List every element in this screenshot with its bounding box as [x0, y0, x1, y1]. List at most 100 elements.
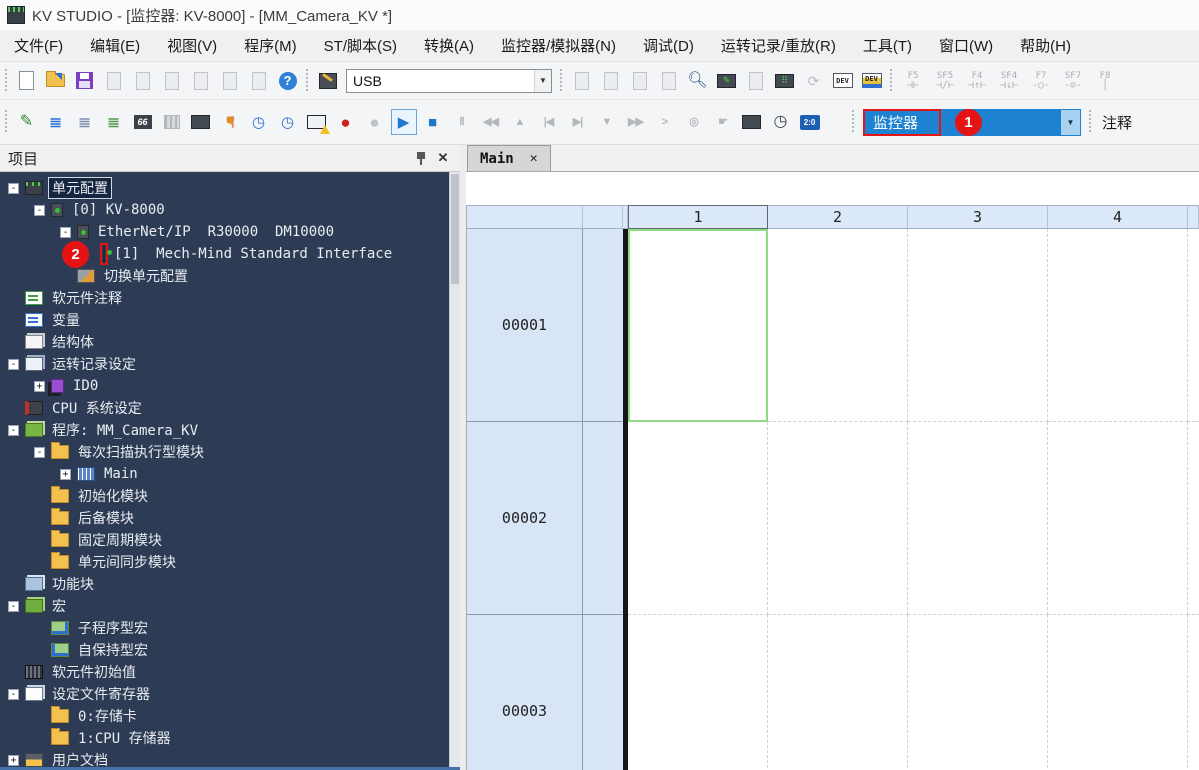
step-back-button[interactable]: ◀◀ — [476, 108, 505, 136]
tree-item-function-block[interactable]: 功能块 — [0, 573, 460, 595]
tree-item-program[interactable]: - 程序: MM_Camera_KV — [0, 419, 460, 441]
ladder-cell[interactable] — [768, 229, 908, 422]
toolbar-grip[interactable] — [558, 69, 565, 93]
tree-item-ethernet-ip[interactable]: - EtherNet/IP R30000 DM10000 — [0, 221, 460, 243]
help-button[interactable]: ? — [273, 67, 302, 95]
menu-help[interactable]: 帮助(H) — [1020, 35, 1071, 56]
grid-column-header-4[interactable]: 4 — [1048, 205, 1188, 229]
tree-item-subroutine-macro[interactable]: 子程序型宏 — [0, 617, 460, 639]
tree-item-scan-module[interactable]: - 每次扫描执行型模块 — [0, 441, 460, 463]
record-stop-button[interactable]: ● — [360, 108, 389, 136]
device-list-button[interactable]: ≣ — [70, 108, 99, 136]
ladder-cell-cursor[interactable] — [628, 229, 768, 422]
menu-window[interactable]: 窗口(W) — [939, 35, 993, 56]
tree-item-device-comment[interactable]: 软元件注释 — [0, 287, 460, 309]
ladder-cell[interactable] — [908, 229, 1048, 422]
collapse-icon[interactable]: - — [8, 425, 19, 436]
import-button[interactable] — [128, 67, 157, 95]
monitor-watch-button[interactable]: ◷ — [244, 108, 273, 136]
tree-item-memory-card[interactable]: 0:存储卡 — [0, 705, 460, 727]
menu-tools[interactable]: 工具(T) — [863, 35, 912, 56]
menu-convert[interactable]: 转换(A) — [424, 35, 474, 56]
device-usage-button[interactable]: 66 — [128, 108, 157, 136]
tree-item-cpu-memory[interactable]: 1:CPU 存储器 — [0, 727, 460, 749]
ladder-edit-button[interactable]: ✎ — [12, 108, 41, 136]
fkey-f4-contact[interactable]: F4 ⊣↑⊢ — [961, 65, 993, 97]
tree-item-fixed-cycle-module[interactable]: 固定周期模块 — [0, 529, 460, 551]
menu-replay[interactable]: 运转记录/重放(R) — [721, 35, 836, 56]
toolbar-grip[interactable] — [1087, 110, 1094, 134]
continue-button[interactable]: > — [650, 108, 679, 136]
save-button[interactable] — [70, 67, 99, 95]
ladder-cell[interactable] — [628, 615, 768, 770]
collapse-icon[interactable]: - — [34, 447, 45, 458]
ladder-monitor-button[interactable] — [157, 108, 186, 136]
ladder-cell[interactable] — [1048, 422, 1188, 615]
replay-stop-button[interactable]: ■ — [418, 108, 447, 136]
step-up-button[interactable]: ▲ — [505, 108, 534, 136]
toolbar-grip[interactable] — [3, 110, 10, 134]
step-down-button[interactable]: ▼ — [592, 108, 621, 136]
device-comment-list-button[interactable]: ≣ — [41, 108, 70, 136]
expand-icon[interactable]: + — [34, 381, 45, 392]
collapse-icon[interactable]: - — [60, 227, 71, 238]
collapse-icon[interactable]: - — [8, 689, 19, 700]
tree-item-user-documents[interactable]: + 用户文档 — [0, 749, 460, 767]
ladder-cell[interactable] — [1188, 422, 1199, 615]
record-button[interactable]: ● — [331, 108, 360, 136]
tree-item-device-initial-values[interactable]: 软元件初始值 — [0, 661, 460, 683]
device-window-button[interactable]: DEV — [828, 67, 857, 95]
forced-refresh-button[interactable]: ☛ — [215, 108, 244, 136]
delete-button[interactable] — [186, 67, 215, 95]
tree-item-variables[interactable]: 变量 — [0, 309, 460, 331]
chevron-down-icon[interactable]: ▼ — [534, 70, 551, 92]
open-project-button[interactable] — [41, 67, 70, 95]
menu-monitor-simulator[interactable]: 监控器/模拟器(N) — [501, 35, 616, 56]
menu-edit[interactable]: 编辑(E) — [90, 35, 140, 56]
go-end-button[interactable]: ▶| — [563, 108, 592, 136]
verify-button[interactable]: 🔍︎ — [683, 67, 712, 95]
registration-monitor-button[interactable]: ◷ — [273, 108, 302, 136]
tab-main[interactable]: Main ✕ — [467, 145, 551, 171]
tree-item-unit-config[interactable]: - 单元配置 — [0, 177, 460, 199]
fkey-sf7-coil[interactable]: SF7 -⊘- — [1057, 65, 1089, 97]
ladder-cell[interactable] — [768, 422, 908, 615]
toolbar-grip[interactable] — [3, 69, 10, 93]
compare-button[interactable] — [741, 67, 770, 95]
monitor-edit-button[interactable]: ✎ — [712, 67, 741, 95]
grid-column-header-1[interactable]: 1 — [628, 205, 768, 229]
monitor-grid-button[interactable]: ⠿ — [770, 67, 799, 95]
write-program-button[interactable] — [625, 67, 654, 95]
fkey-f5-contact[interactable]: F5 ⊣⊢ — [897, 65, 929, 97]
list-edit-button[interactable]: ≣ — [99, 108, 128, 136]
tree-item-id0[interactable]: + ID0 — [0, 375, 460, 397]
ladder-cell[interactable] — [908, 615, 1048, 770]
tree-item-backup-module[interactable]: 后备模块 — [0, 507, 460, 529]
tree-item-self-hold-macro[interactable]: 自保持型宏 — [0, 639, 460, 661]
toolbar-grip[interactable] — [888, 69, 895, 93]
menu-st-script[interactable]: ST/脚本(S) — [324, 35, 397, 56]
menu-view[interactable]: 视图(V) — [167, 35, 217, 56]
fkey-f8-line[interactable]: F8 │ — [1089, 65, 1121, 97]
skip-end-button[interactable]: ▶▶ — [621, 108, 650, 136]
print-button[interactable] — [215, 67, 244, 95]
save-as-button[interactable] — [99, 67, 128, 95]
tree-item-mech-mind-interface[interactable]: 2 [1] Mech-Mind Standard Interface — [0, 243, 460, 265]
toolbar-grip[interactable] — [850, 110, 857, 134]
protect-button[interactable] — [157, 67, 186, 95]
go-start-button[interactable]: |◀ — [534, 108, 563, 136]
transfer-from-plc-button[interactable] — [596, 67, 625, 95]
comm-settings-button[interactable] — [313, 67, 342, 95]
fkey-f7-coil[interactable]: F7 -○- — [1025, 65, 1057, 97]
grid-column-header-3[interactable]: 3 — [908, 205, 1048, 229]
replay-monitor-button[interactable] — [737, 108, 766, 136]
tree-item-macro[interactable]: - 宏 — [0, 595, 460, 617]
simulator-button[interactable] — [302, 108, 331, 136]
panel-close-button[interactable]: ✕ — [434, 149, 452, 167]
tree-item-structs[interactable]: 结构体 — [0, 331, 460, 353]
menu-file[interactable]: 文件(F) — [14, 35, 63, 56]
marker-button[interactable]: ◎ — [679, 108, 708, 136]
monitor-mode-combobox[interactable]: 监控器 ▼ 1 — [863, 109, 1081, 136]
menu-debug[interactable]: 调试(D) — [643, 35, 694, 56]
ladder-editor[interactable]: 1 2 3 4 00001 00002 — [466, 172, 1199, 770]
